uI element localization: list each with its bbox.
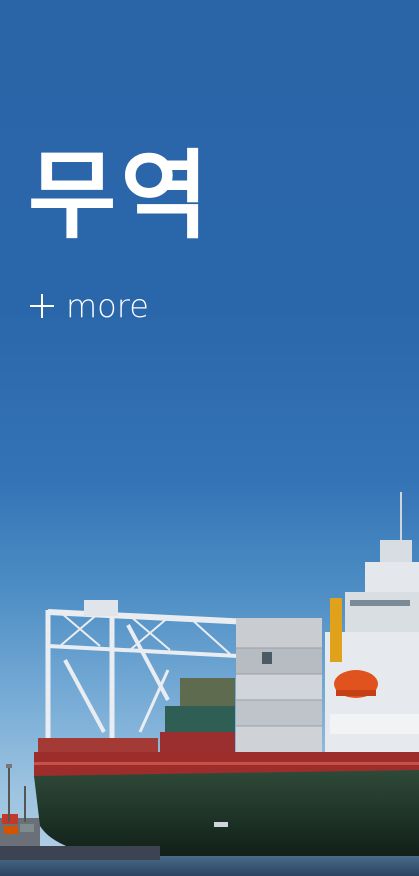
more-label: more [66,287,149,325]
ship-bridge [325,492,419,752]
more-link[interactable]: more [30,290,149,322]
cargo-ship-image [0,492,419,876]
banner-title: 무역 [28,140,213,252]
hero-banner: 무역 more [0,0,419,876]
port-background [0,764,40,858]
plus-icon [30,294,54,318]
